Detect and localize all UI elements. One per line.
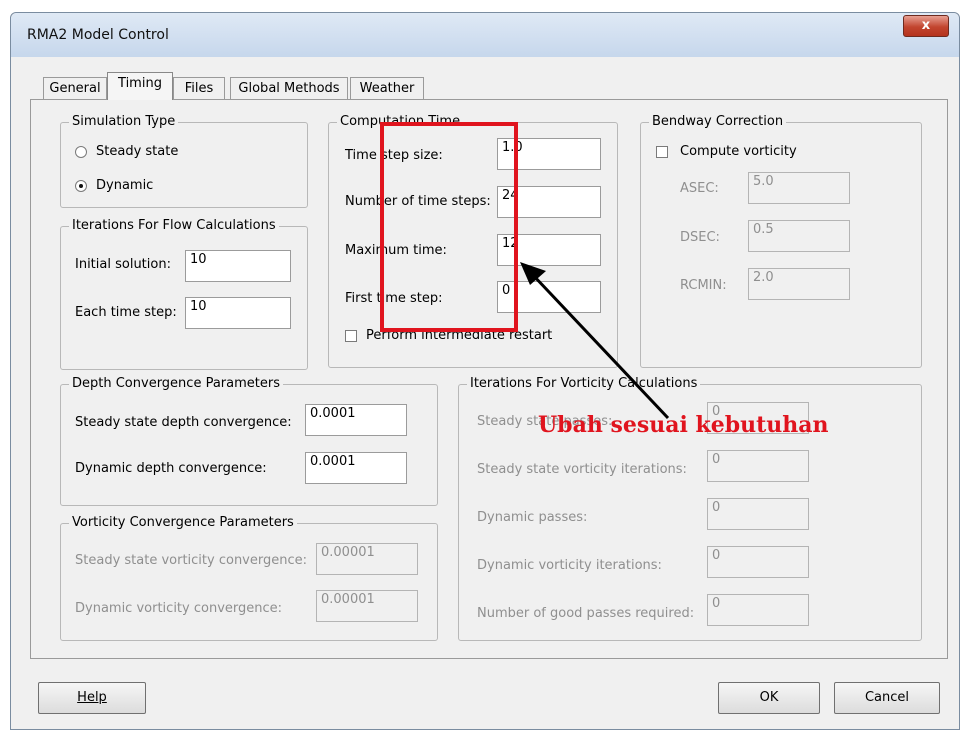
annotation-text: Ubah sesuai kebutuhan [538, 412, 829, 438]
tab-timing[interactable]: Timing [107, 72, 173, 100]
arrow-head [520, 262, 546, 285]
arrow-shaft [530, 272, 670, 420]
annotation-arrow [520, 262, 670, 420]
